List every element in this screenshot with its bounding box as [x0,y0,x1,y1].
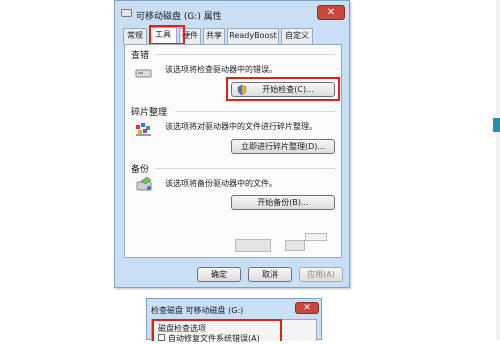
error-check-description: 该选项将检查驱动器中的错误。 [165,65,277,74]
check-now-highlight [226,77,340,101]
options-highlight [152,319,282,341]
drive-graphic [305,233,327,241]
defrag-now-button[interactable]: 立即进行碎片整理(D)... [231,139,335,154]
ok-button[interactable]: 确定 [197,267,241,282]
check-disk-title: 检查磁盘 可移动磁盘 (G:) [151,306,244,315]
tab-customize[interactable]: 自定义 [281,28,313,44]
check-disk-close-button[interactable]: ✕ [295,302,319,314]
background-accent [493,118,500,132]
drive-icon [121,9,132,17]
defrag-icon [136,123,151,136]
cancel-button[interactable]: 取消 [248,267,292,282]
tools-panel: 查错 该选项将检查驱动器中的错误。 开始检查(C)... 碎片整理 该选项将对驱… [124,44,342,258]
defrag-description: 该选项将对驱动器中的文件进行碎片整理。 [165,122,317,131]
backup-now-button[interactable]: 开始备份(B)... [231,195,335,210]
drive-graphic [285,240,305,251]
drive-graphic [235,239,271,252]
divider [155,54,335,55]
window-title: 可移动磁盘 (G:) 属性 [136,12,222,22]
tab-sharing[interactable]: 共享 [203,28,225,44]
backup-icon [136,176,152,191]
error-check-group-label: 查错 [131,51,150,61]
divider [175,111,335,112]
title-bar[interactable]: 可移动磁盘 (G:) 属性 ✕ [115,1,349,25]
background-edge [496,0,500,340]
apply-button[interactable]: 应用(A) [299,267,343,282]
properties-window: 可移动磁盘 (G:) 属性 ✕ 常规 工具 硬件 共享 ReadyBoost 自… [114,0,350,288]
tab-readyboost[interactable]: ReadyBoost [227,28,279,44]
disk-check-icon [135,69,152,78]
backup-description: 该选项将备份驱动器中的文件。 [165,179,277,188]
defrag-group-label: 碎片整理 [131,108,168,118]
check-disk-window: 检查磁盘 可移动磁盘 (G:) ✕ 磁盘检查选项 自动修复文件系统错误(A) [146,298,322,343]
tools-tab-highlight [149,25,185,45]
close-button[interactable]: ✕ [317,5,345,20]
backup-group-label: 备份 [131,165,150,175]
divider [155,168,335,169]
tab-general[interactable]: 常规 [123,28,147,44]
